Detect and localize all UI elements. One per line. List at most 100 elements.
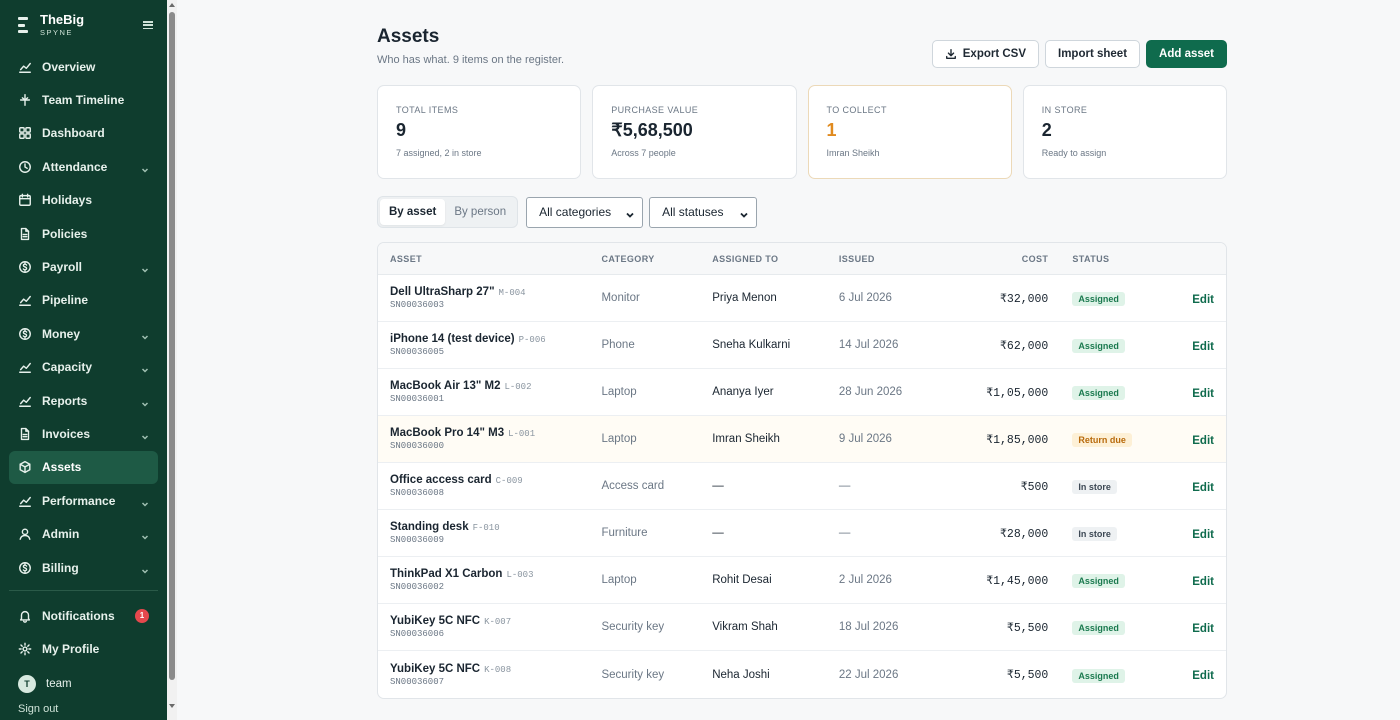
edit-link[interactable]: Edit xyxy=(1192,623,1214,635)
sidebar-item-payroll[interactable]: Payroll xyxy=(9,250,158,283)
table-row: YubiKey 5C NFC K-007 SN00036006 Security ke… xyxy=(378,604,1226,651)
cost-cell: ₹1,45,000 xyxy=(986,574,1049,588)
sidebar-item-dashboard[interactable]: Dashboard xyxy=(9,117,158,150)
table-body: Dell UltraSharp 27" M-004 SN00036003 Monito… xyxy=(378,275,1226,698)
asset-name: Office access card xyxy=(390,474,492,486)
add-asset-button[interactable]: Add asset xyxy=(1146,40,1227,68)
category-select-value: All categories xyxy=(539,205,612,219)
column-header-status: STATUS xyxy=(1072,253,1110,264)
sidebar-item-attendance[interactable]: Attendance xyxy=(9,150,158,183)
edit-link[interactable]: Edit xyxy=(1192,670,1214,682)
calendar-icon xyxy=(18,193,32,207)
cost-cell: ₹5,500 xyxy=(1006,669,1049,682)
sidebar-item-capacity[interactable]: Capacity xyxy=(9,351,158,384)
import-sheet-button[interactable]: Import sheet xyxy=(1045,40,1141,68)
sidebar-item-label: Assets xyxy=(42,460,82,475)
download-icon xyxy=(945,48,957,60)
sidebar-item-pipeline[interactable]: Pipeline xyxy=(9,284,158,317)
sidebar-item-holidays[interactable]: Holidays xyxy=(9,184,158,217)
sidebar-item-reports[interactable]: Reports xyxy=(9,384,158,417)
edit-link[interactable]: Edit xyxy=(1192,482,1214,494)
sidebar-nav: Overview Team Timeline Dashboard Attendance… xyxy=(0,50,167,584)
sidebar-item-team-timeline[interactable]: Team Timeline xyxy=(9,83,158,116)
sidebar-item-performance[interactable]: Performance xyxy=(9,484,158,517)
sidebar-item-label: Reports xyxy=(42,393,88,408)
coin-icon xyxy=(18,561,32,575)
sidebar-item-label: Invoices xyxy=(42,426,91,441)
status-badge: In store xyxy=(1072,480,1117,494)
category-cell: Laptop xyxy=(601,386,637,398)
sidebar-item-notifications[interactable]: Notifications 1 xyxy=(9,599,158,632)
status-select[interactable]: All statuses xyxy=(649,196,758,228)
assets-table: ASSET CATEGORY ASSIGNED TO ISSUED COST S… xyxy=(377,242,1227,699)
chevron-down-icon xyxy=(141,163,149,173)
issued-cell: 9 Jul 2026 xyxy=(838,433,892,445)
stat-value: ₹5,68,500 xyxy=(611,120,693,140)
sidebar-item-invoices[interactable]: Invoices xyxy=(9,417,158,450)
stat-label: TOTAL ITEMS xyxy=(396,105,459,115)
coin-icon xyxy=(18,327,32,341)
asset-serial: SN00036001 xyxy=(390,394,445,404)
sidebar-item-policies[interactable]: Policies xyxy=(9,217,158,250)
assigned-to-cell: Vikram Shah xyxy=(712,621,778,633)
box-icon xyxy=(18,460,32,474)
sidebar-item-money[interactable]: Money xyxy=(9,317,158,350)
edit-link[interactable]: Edit xyxy=(1192,576,1214,588)
assigned-to-cell: — xyxy=(712,527,724,539)
stat-card-total-items: TOTAL ITEMS 9 7 assigned, 2 in store xyxy=(377,85,582,179)
sidebar-scrollbar[interactable] xyxy=(167,0,177,720)
scroll-thumb[interactable] xyxy=(169,12,175,680)
brand: TheBig SPYNE xyxy=(0,0,167,50)
document-icon xyxy=(18,427,32,441)
sidebar-item-admin[interactable]: Admin xyxy=(9,517,158,550)
sidebar-item-billing[interactable]: Billing xyxy=(9,551,158,584)
assigned-to-cell: Imran Sheikh xyxy=(712,433,780,445)
assigned-to-cell: Priya Menon xyxy=(712,292,777,304)
edit-link[interactable]: Edit xyxy=(1192,294,1214,306)
sidebar-item-overview[interactable]: Overview xyxy=(9,50,158,83)
asset-serial: SN00036002 xyxy=(390,582,445,592)
gear-icon xyxy=(18,642,32,656)
edit-link[interactable]: Edit xyxy=(1192,435,1214,447)
view-by-asset-tab[interactable]: By asset xyxy=(380,199,446,225)
edit-link[interactable]: Edit xyxy=(1192,529,1214,541)
scroll-down-icon[interactable] xyxy=(169,704,175,708)
sidebar: TheBig SPYNE Overview Team Timeline Dashbo… xyxy=(0,0,167,720)
assigned-to-cell: Ananya Iyer xyxy=(712,386,774,398)
stat-hint: Across 7 people xyxy=(611,148,676,158)
sidebar-item-label: Admin xyxy=(42,527,80,542)
asset-serial: SN00036005 xyxy=(390,347,445,357)
scroll-up-icon[interactable] xyxy=(169,3,175,7)
edit-link[interactable]: Edit xyxy=(1192,341,1214,353)
chevron-down-icon xyxy=(740,208,748,218)
chevron-down-icon xyxy=(141,530,149,540)
sidebar-item-label: Performance xyxy=(42,493,116,508)
status-badge: Return due xyxy=(1072,433,1132,447)
status-badge: Assigned xyxy=(1072,621,1125,635)
sidebar-item-label: Notifications xyxy=(42,608,115,623)
edit-link[interactable]: Edit xyxy=(1192,388,1214,400)
current-user[interactable]: T team xyxy=(0,666,167,702)
category-select[interactable]: All categories xyxy=(526,196,644,228)
export-csv-button[interactable]: Export CSV xyxy=(931,40,1040,68)
sign-out-link[interactable]: Sign out xyxy=(18,703,58,715)
asset-code: L-001 xyxy=(508,429,536,439)
sidebar-item-label: Billing xyxy=(42,560,79,575)
menu-toggle-icon[interactable] xyxy=(143,21,153,29)
asset-name: Dell UltraSharp 27" xyxy=(390,286,495,298)
asset-code: K-008 xyxy=(484,664,512,675)
category-cell: Security key xyxy=(601,668,665,681)
table-row: Office access card C-009 SN00036008 Access … xyxy=(378,463,1226,510)
table-row: MacBook Air 13" M2 L-002 SN00036001 Laptop A… xyxy=(378,369,1226,416)
view-by-person-tab[interactable]: By person xyxy=(445,199,515,225)
issued-cell: — xyxy=(838,527,851,539)
sidebar-item-assets[interactable]: Assets xyxy=(9,450,158,485)
timeline-icon xyxy=(18,93,32,107)
trend-icon xyxy=(18,360,32,374)
issued-cell: 2 Jul 2026 xyxy=(838,574,892,586)
page-subtitle: Who has what. 9 items on the register. xyxy=(377,54,565,66)
header-actions: Export CSV Import sheet Add asset xyxy=(931,40,1227,68)
brand-logo-icon xyxy=(18,17,28,33)
sidebar-item-my-profile[interactable]: My Profile xyxy=(9,633,158,666)
cost-cell: ₹28,000 xyxy=(1000,527,1049,541)
